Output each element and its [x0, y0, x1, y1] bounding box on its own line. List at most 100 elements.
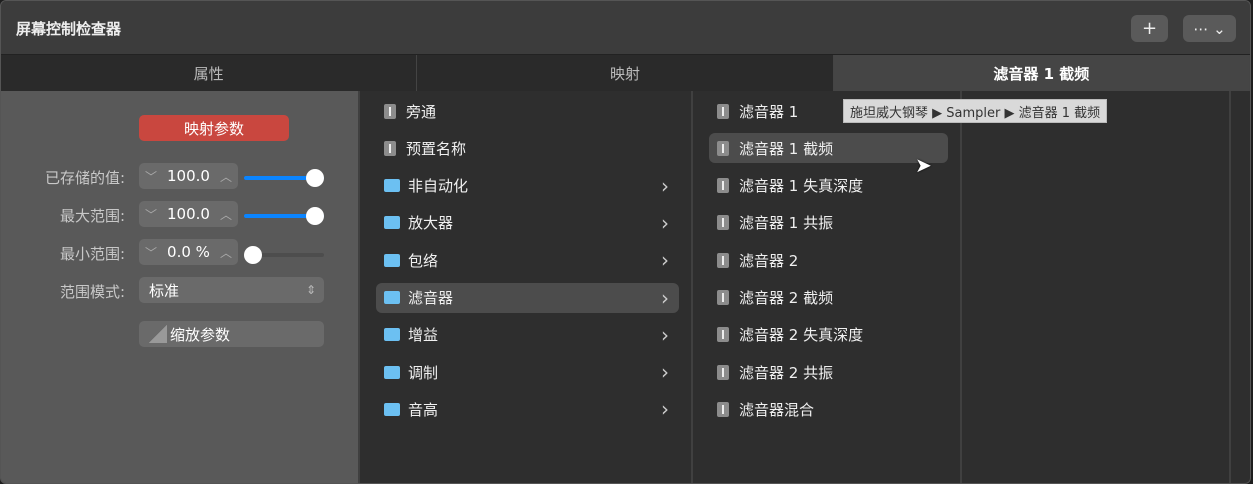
folder-icon [384, 253, 400, 267]
parameter-list-column: 滤音器 1 滤音器 1 截频滤音器 1 失真深度滤音器 1 共振滤音器 2 滤音器 … [693, 91, 960, 483]
list-item[interactable]: 预置名称 [376, 133, 679, 163]
parameter-path-tooltip: 施坦威大钢琴 ▶ Sampler ▶ 滤音器 1 截频 [843, 99, 1108, 123]
parameter-icon [717, 140, 729, 156]
max-range-label: 最大范围: [59, 207, 125, 225]
max-range-stepper[interactable]: ﹀ 100.0 ︿ [139, 201, 238, 227]
list-item[interactable]: 调制 › [376, 357, 679, 387]
slider-knob[interactable] [244, 246, 262, 264]
parameter-icon [384, 140, 396, 156]
min-range-label: 最小范围: [59, 245, 125, 263]
list-item[interactable]: 滤音器 2 [709, 245, 948, 275]
list-item-label: 放大器 [408, 214, 454, 233]
min-range-stepper[interactable]: ﹀ 0.0 % ︿ [139, 239, 238, 265]
title-bar: 屏幕控制检查器 + ⋯ ⌄ [1, 1, 1250, 54]
list-item[interactable]: 滤音器 › [376, 282, 679, 313]
tab-attributes[interactable]: 属性 [1, 55, 418, 91]
chevron-up-icon[interactable]: ︿ [220, 244, 232, 261]
window-title: 屏幕控制检查器 [16, 20, 122, 38]
chevron-right-icon: › [661, 248, 669, 273]
list-item-label: 滤音器 [408, 289, 454, 307]
list-item[interactable]: 包络 › [376, 245, 679, 275]
stored-value-label: 已存储的值: [44, 169, 125, 187]
more-menu-button[interactable]: ⋯ ⌄ [1183, 15, 1236, 42]
list-item[interactable]: 增益 › [376, 320, 679, 350]
parameter-icon [717, 103, 729, 119]
folder-icon [384, 291, 400, 304]
plus-icon: + [1141, 18, 1158, 39]
list-item[interactable]: 滤音器 1 共振 [709, 208, 948, 238]
slider-knob[interactable] [306, 207, 324, 225]
list-item-label: 滤音器 1 [739, 102, 799, 121]
range-mode-value: 标准 [149, 281, 180, 300]
chevron-down-icon[interactable]: ﹀ [145, 244, 157, 261]
parameter-icon [717, 401, 729, 417]
parameter-icon [717, 327, 729, 343]
chevron-down-icon[interactable]: ﹀ [145, 168, 157, 185]
range-mode-select[interactable]: 标准 ⇕ [139, 277, 324, 303]
min-range-slider[interactable] [244, 246, 324, 264]
scale-parameter-button[interactable]: 缩放参数 [139, 321, 324, 347]
empty-column [1231, 91, 1250, 483]
mapping-settings-panel: 映射参数 已存储的值: ﹀ 100.0 ︿ 最大范围: ﹀ 100.0 ︿ 最小范围: … [1, 91, 358, 483]
list-item[interactable]: 音高 › [376, 394, 679, 424]
slider-knob[interactable] [306, 169, 324, 187]
stored-value: 100.0 [167, 167, 210, 185]
stored-value-slider[interactable] [244, 169, 324, 187]
list-item[interactable]: 非自动化 › [376, 171, 679, 201]
list-item[interactable]: 滤音器 2 失真深度 [709, 320, 948, 350]
range-mode-label: 范围模式: [59, 283, 125, 301]
list-item[interactable]: 旁通 [376, 96, 679, 126]
list-item-label: 滤音器 1 失真深度 [739, 177, 864, 196]
list-item-label: 滤音器 2 失真深度 [739, 326, 864, 345]
list-item-label: 包络 [408, 251, 439, 270]
list-item[interactable]: 放大器 › [376, 208, 679, 238]
chevron-up-icon[interactable]: ︿ [220, 206, 232, 223]
updown-chevron-icon: ⇕ [305, 283, 316, 297]
max-range-slider[interactable] [244, 207, 324, 225]
folder-icon [384, 402, 400, 416]
map-parameter-button[interactable]: 映射参数 [139, 115, 289, 141]
chevron-down-icon[interactable]: ﹀ [145, 206, 157, 223]
folder-icon [384, 365, 400, 379]
scale-parameter-label: 缩放参数 [170, 325, 231, 344]
diagonal-curve-icon [149, 325, 167, 343]
list-item-label: 滤音器 2 截频 [739, 289, 834, 307]
list-item[interactable]: 滤音器 2 共振 [709, 357, 948, 387]
list-item-label: 预置名称 [406, 139, 467, 158]
stored-value-stepper[interactable]: ﹀ 100.0 ︿ [139, 163, 238, 189]
parameter-icon [717, 290, 729, 305]
list-item-label: 滤音器 2 [739, 251, 799, 270]
list-item-label: 音高 [408, 400, 439, 419]
chevron-right-icon: › [661, 285, 669, 310]
tab-mapping[interactable]: 映射 [417, 55, 834, 91]
list-item[interactable]: 滤音器混合 [709, 394, 948, 424]
chevron-right-icon: › [661, 173, 669, 198]
tab-bar: 属性 映射 滤音器 1 截频 [1, 54, 1250, 91]
empty-column [962, 91, 1229, 483]
list-item[interactable]: 滤音器 1 失真深度 [709, 171, 948, 201]
chevron-right-icon: › [661, 360, 669, 385]
parameter-icon [384, 103, 396, 119]
parameter-icon [717, 215, 729, 231]
chevron-right-icon: › [661, 397, 669, 422]
min-range-value: 0.0 % [167, 243, 210, 261]
parameter-icon [717, 252, 729, 268]
list-item[interactable]: 滤音器 1 截频 [709, 133, 948, 164]
list-item[interactable]: 滤音器 2 截频 [709, 283, 948, 313]
parameter-icon [717, 364, 729, 380]
folder-icon [384, 328, 400, 342]
tab-filter1-cutoff[interactable]: 滤音器 1 截频 [833, 55, 1250, 91]
chevron-right-icon: › [661, 210, 669, 235]
parameter-icon [717, 178, 729, 194]
list-item-label: 增益 [408, 326, 439, 345]
screen-control-inspector: 屏幕控制检查器 + ⋯ ⌄ 属性 映射 滤音器 1 截频 映射参数 已存储的值:… [0, 0, 1251, 484]
list-item-label: 滤音器 2 共振 [739, 363, 834, 382]
list-item-label: 调制 [408, 363, 439, 382]
parameter-category-column: 旁通预置名称非自动化 › 放大器 › 包络 › 滤音器 › 增益 › 调制 › 音高 › [360, 91, 691, 483]
add-button[interactable]: + [1131, 15, 1168, 42]
list-item-label: 滤音器 1 截频 [739, 139, 834, 158]
chevron-up-icon[interactable]: ︿ [220, 168, 232, 185]
chevron-right-icon: › [661, 322, 669, 347]
folder-icon [384, 216, 400, 230]
ellipsis-circle-icon: ⋯ ⌄ [1193, 19, 1226, 38]
